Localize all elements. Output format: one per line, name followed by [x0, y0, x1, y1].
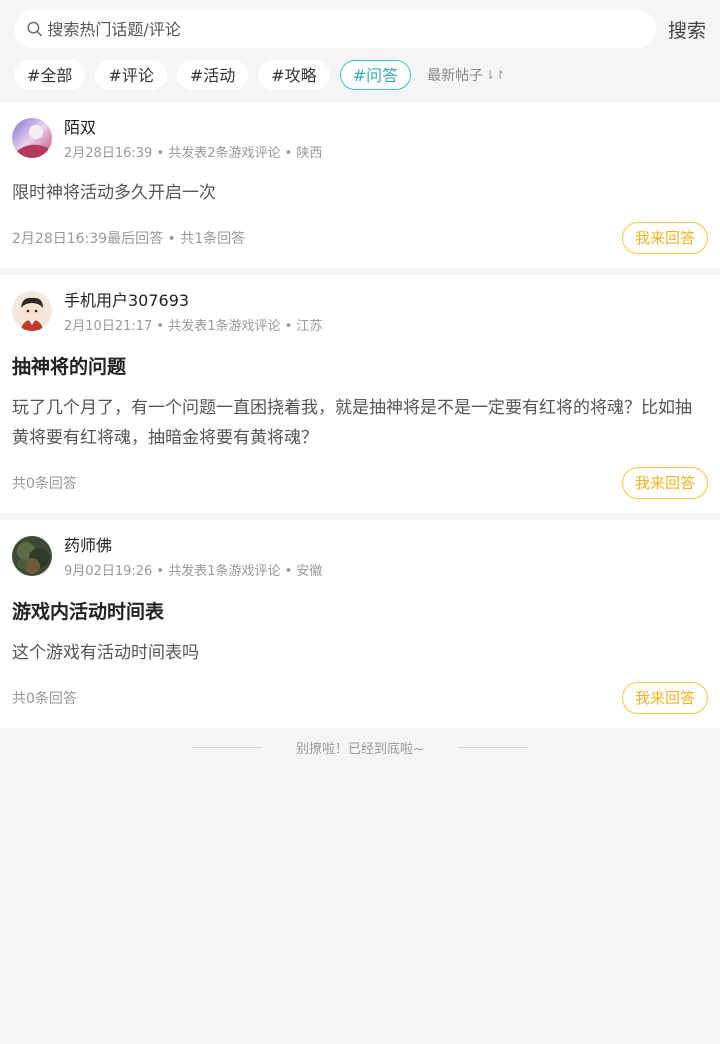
- post-meta: 9月02日19:26 • 共发表1条游戏评论 • 安徽: [64, 564, 323, 579]
- tag-all[interactable]: #全部: [14, 60, 86, 90]
- post-header: 陌双 2月28日16:39 • 共发表2条游戏评论 • 陕西: [12, 118, 708, 162]
- post-footer: 共0条回答 我来回答: [12, 467, 708, 499]
- tag-event[interactable]: #活动: [176, 60, 249, 90]
- sort-dropdown[interactable]: 最新帖子 ⇂↾: [427, 65, 505, 85]
- username[interactable]: 药师佛: [64, 536, 322, 556]
- avatar[interactable]: [12, 291, 52, 331]
- post-card[interactable]: 陌双 2月28日16:39 • 共发表2条游戏评论 • 陕西 限时神将活动多久开…: [0, 102, 720, 268]
- sort-arrows-icon: ⇂↾: [485, 68, 506, 82]
- post-header: 药师佛 9月02日19:26 • 共发表1条游戏评论 • 安徽: [12, 536, 708, 580]
- post-meta: 2月10日21:17 • 共发表1条游戏评论 • 江苏: [64, 319, 323, 334]
- search-button[interactable]: 搜索: [668, 16, 708, 43]
- divider: [457, 746, 528, 748]
- post-content: 限时神将活动多久开启一次: [12, 183, 216, 203]
- search-box[interactable]: [14, 10, 656, 48]
- avatar-photo-icon: [12, 536, 52, 576]
- post-author-info: 陌双 2月28日16:39 • 共发表2条游戏评论 • 陕西: [64, 118, 322, 162]
- tag-review[interactable]: #评论: [95, 60, 167, 90]
- post-footer: 2月28日16:39最后回答 • 共1条回答 我来回答: [12, 222, 708, 254]
- post-card[interactable]: 药师佛 9月02日19:26 • 共发表1条游戏评论 • 安徽 游戏内活动时间表…: [0, 520, 720, 728]
- divider: [192, 746, 263, 748]
- search-row: 搜索: [14, 10, 708, 48]
- post-author-info: 药师佛 9月02日19:26 • 共发表1条游戏评论 • 安徽: [64, 536, 322, 580]
- answer-count: 2月28日16:39最后回答 • 共1条回答: [12, 231, 246, 247]
- post-author-info: 手机用户307693 2月10日21:17 • 共发表1条游戏评论 • 江苏: [64, 291, 322, 335]
- avatar-anime-icon: [12, 118, 52, 158]
- post-header: 手机用户307693 2月10日21:17 • 共发表1条游戏评论 • 江苏: [12, 291, 708, 335]
- answer-button[interactable]: 我来回答: [621, 682, 708, 714]
- username[interactable]: 手机用户307693: [64, 291, 322, 311]
- search-icon: [27, 21, 42, 37]
- post-content: 这个游戏有活动时间表吗: [12, 643, 199, 663]
- post-title[interactable]: 游戏内活动时间表: [12, 600, 708, 624]
- tag-guide[interactable]: #攻略: [258, 60, 330, 90]
- sort-label: 最新帖子: [427, 68, 484, 84]
- answer-button[interactable]: 我来回答: [621, 467, 708, 499]
- tag-filter-bar: #全部 #评论 #活动 #攻略 #问答 最新帖子 ⇂↾: [14, 60, 708, 90]
- end-of-list-text: 别撩啦！已经到底啦~: [296, 741, 424, 757]
- search-input[interactable]: [47, 19, 656, 39]
- answer-count: 共0条回答: [12, 691, 77, 707]
- top-bar: 搜索 #全部 #评论 #活动 #攻略 #问答 最新帖子 ⇂↾: [0, 0, 720, 102]
- username[interactable]: 陌双: [64, 118, 322, 138]
- post-title[interactable]: 抽神将的问题: [12, 355, 708, 379]
- avatar-cartoon-boy-icon: [12, 291, 52, 331]
- avatar[interactable]: [12, 536, 52, 576]
- avatar[interactable]: [12, 118, 52, 158]
- end-of-list: 别撩啦！已经到底啦~: [0, 728, 720, 766]
- tag-qa[interactable]: #问答: [339, 60, 412, 90]
- post-content: 玩了几个月了，有一个问题一直困挠着我，就是抽神将是不是一定要有红将的将魂？比如抽…: [12, 398, 692, 448]
- post-meta: 2月28日16:39 • 共发表2条游戏评论 • 陕西: [64, 146, 323, 161]
- answer-count: 共0条回答: [12, 476, 77, 492]
- answer-button[interactable]: 我来回答: [621, 222, 708, 254]
- post-footer: 共0条回答 我来回答: [12, 682, 708, 714]
- post-card[interactable]: 手机用户307693 2月10日21:17 • 共发表1条游戏评论 • 江苏 抽…: [0, 275, 720, 513]
